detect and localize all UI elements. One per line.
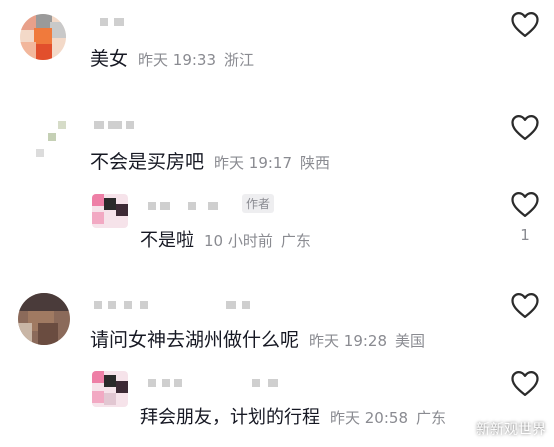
like-count: 1 <box>520 226 530 244</box>
comment-item: 美女 昨天 19:33 浙江 <box>0 0 554 80</box>
heart-icon[interactable] <box>510 113 540 141</box>
comment-meta: 昨天 19:33 浙江 <box>138 49 254 70</box>
heart-icon[interactable] <box>510 190 540 218</box>
heart-icon[interactable] <box>510 291 540 319</box>
comment-time: 昨天 19:28 <box>309 332 388 350</box>
comment-meta: 10 小时前 广东 <box>204 230 311 251</box>
comment-location: 广东 <box>280 232 311 250</box>
comment-text: 美女 <box>90 48 129 70</box>
comment-item: 请问女神去湖州做什么呢 昨天 19:28 美国 <box>0 285 554 365</box>
comment-time: 10 小时前 <box>204 232 273 250</box>
comment-meta: 昨天 19:28 美国 <box>309 330 425 351</box>
watermark: 新新观世界 <box>449 419 546 439</box>
comment-location: 美国 <box>395 332 426 350</box>
comment-location: 广东 <box>416 409 447 427</box>
comment-meta: 昨天 19:17 陕西 <box>214 152 330 173</box>
author-badge: 作者 <box>242 194 275 213</box>
comment-item: 不会是买房吧 昨天 19:17 陕西 <box>0 105 554 185</box>
comment-text: 拜会朋友，计划的行程 <box>140 407 320 428</box>
avatar[interactable] <box>20 14 66 60</box>
wechat-icon <box>449 420 472 438</box>
avatar[interactable] <box>36 113 76 163</box>
watermark-text: 新新观世界 <box>476 422 546 438</box>
heart-icon[interactable] <box>510 10 540 38</box>
avatar[interactable] <box>18 293 70 345</box>
comment-text: 请问女神去湖州做什么呢 <box>90 329 300 351</box>
comment-time: 昨天 20:58 <box>330 409 408 427</box>
avatar[interactable] <box>92 371 128 407</box>
heart-icon[interactable] <box>510 369 540 397</box>
comment-location: 陕西 <box>300 154 331 172</box>
comment-time: 昨天 19:17 <box>214 154 293 172</box>
reply-item: 作者 不是啦 10 小时前 广东 1 <box>0 188 554 258</box>
comment-text: 不会是买房吧 <box>90 151 205 173</box>
comment-time: 昨天 19:33 <box>138 51 217 69</box>
avatar[interactable] <box>92 194 128 228</box>
comment-meta: 昨天 20:58 广东 <box>330 407 446 428</box>
comment-location: 浙江 <box>224 51 255 69</box>
comment-text: 不是啦 <box>140 230 194 251</box>
